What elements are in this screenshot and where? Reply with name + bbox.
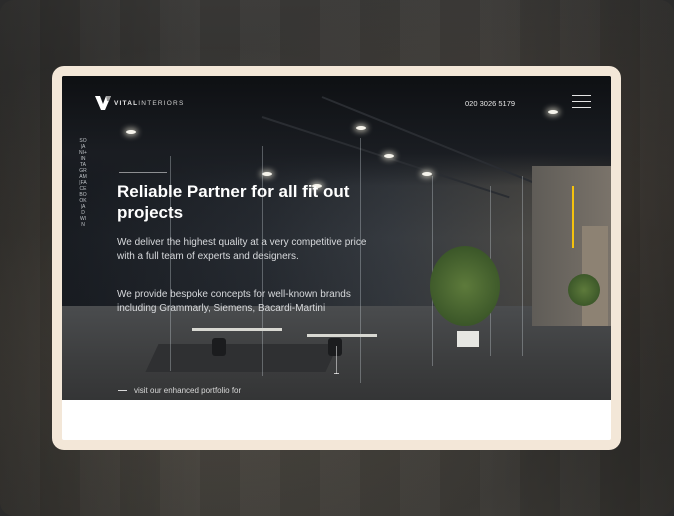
glass-wall <box>522 176 523 356</box>
vital-interiors-logo-icon <box>95 96 111 110</box>
office-desk <box>307 334 377 337</box>
ceiling-light <box>262 172 272 176</box>
site-logo[interactable]: VITALINTERIORS <box>95 96 185 110</box>
portfolio-link[interactable]: visit our enhanced portfolio for <box>118 386 241 395</box>
ceiling-photo <box>62 76 611 186</box>
hamburger-menu-icon[interactable] <box>572 95 591 109</box>
portfolio-link-text: visit our enhanced portfolio for <box>134 386 242 395</box>
heading-decoration-line <box>119 172 167 173</box>
office-chair <box>328 338 342 356</box>
office-desk <box>192 328 282 331</box>
portfolio-dash <box>118 390 127 391</box>
logo-text: VITALINTERIORS <box>114 99 185 107</box>
blurred-background: VITALINTERIORS 020 3026 5179 SO|ANI+IN T… <box>0 0 674 516</box>
ceiling-light <box>422 172 432 176</box>
plant <box>568 274 600 306</box>
plant <box>430 246 500 326</box>
ceiling-light <box>356 126 366 130</box>
vertical-social-links[interactable]: SO|ANI+IN TAGRAM|FACEBOOK|ADWIN <box>79 138 87 358</box>
hero-paragraph-1: We deliver the highest quality at a very… <box>117 237 367 262</box>
hero-section: VITALINTERIORS 020 3026 5179 SO|ANI+IN T… <box>62 76 611 400</box>
phone-number[interactable]: 020 3026 5179 <box>465 99 515 108</box>
ceiling-light <box>126 130 136 134</box>
scroll-indicator <box>334 346 339 374</box>
device-frame: VITALINTERIORS 020 3026 5179 SO|ANI+IN T… <box>52 66 621 450</box>
ceiling-light <box>384 154 394 158</box>
ceiling-light <box>548 110 558 114</box>
website-screen: VITALINTERIORS 020 3026 5179 SO|ANI+IN T… <box>62 76 611 440</box>
floor-rug <box>145 344 339 372</box>
hero-heading: Reliable Partner for all fit out project… <box>117 182 350 222</box>
hero-paragraph-2: We provide bespoke concepts for well-kno… <box>117 289 351 314</box>
plant-pot <box>457 331 479 347</box>
accent-bar <box>572 186 574 248</box>
office-chair <box>212 338 226 356</box>
